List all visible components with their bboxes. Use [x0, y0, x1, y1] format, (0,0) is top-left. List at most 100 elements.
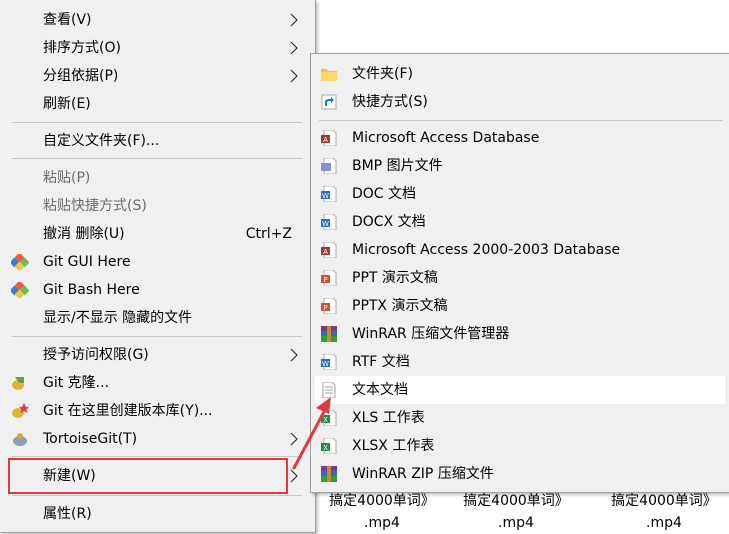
menu-item-label: 刷新(E)	[43, 96, 91, 112]
svg-text:W: W	[322, 220, 329, 228]
chevron-right-icon	[290, 469, 298, 483]
file-name-line2: .mp4	[364, 515, 400, 531]
submenu-item-access-2000[interactable]: A Microsoft Access 2000-2003 Database	[315, 236, 725, 264]
menu-item-label: Git 在这里创建版本库(Y)...	[43, 403, 213, 419]
submenu-item-winrar-zip[interactable]: WinRAR ZIP 压缩文件	[315, 460, 725, 488]
menu-item-label: TortoiseGit(T)	[43, 431, 138, 447]
chevron-right-icon	[290, 13, 298, 27]
word-file-icon: W	[321, 214, 337, 230]
menu-item-label: PPTX 演示文稿	[352, 298, 448, 314]
shortcut-text: Ctrl+Z	[245, 226, 292, 242]
menu-item-sort[interactable]: 排序方式(O)	[6, 34, 308, 62]
menu-item-label: XLS 工作表	[352, 410, 425, 426]
submenu-item-text-document[interactable]: 文本文档	[315, 376, 725, 404]
submenu-item-doc[interactable]: W DOC 文档	[315, 180, 725, 208]
chevron-right-icon	[290, 41, 298, 55]
tortoisegit-icon	[13, 433, 27, 446]
menu-item-label: 文件夹(F)	[352, 66, 413, 82]
menu-item-toggle-hidden[interactable]: 显示/不显示 隐藏的文件	[6, 304, 308, 332]
menu-item-git-bash[interactable]: Git Bash Here	[6, 276, 308, 304]
menu-item-grant-access[interactable]: 授予访问权限(G)	[6, 341, 308, 369]
file-name-line2: .mp4	[498, 515, 534, 531]
menu-item-git-create-repo[interactable]: Git 在这里创建版本库(Y)...	[6, 397, 308, 425]
submenu-item-ppt[interactable]: P PPT 演示文稿	[315, 264, 725, 292]
menu-item-label: Microsoft Access Database	[352, 130, 540, 146]
chevron-right-icon	[290, 432, 298, 446]
svg-text:W: W	[322, 192, 329, 200]
chevron-right-icon	[290, 348, 298, 362]
submenu-item-rtf[interactable]: W RTF 文档	[315, 348, 725, 376]
menu-item-label: 分组依据(P)	[43, 68, 119, 84]
menu-item-group[interactable]: 分组依据(P)	[6, 62, 308, 90]
menu-item-label: 属性(R)	[43, 506, 92, 522]
menu-item-label: DOC 文档	[352, 186, 417, 202]
menu-item-label: 粘贴快捷方式(S)	[43, 198, 147, 214]
menu-separator	[319, 120, 723, 121]
tortoisegit-clone-icon	[12, 377, 24, 390]
menu-item-customize-folder[interactable]: 自定义文件夹(F)...	[6, 127, 308, 155]
menu-item-git-clone[interactable]: Git 克隆...	[6, 369, 308, 397]
submenu-item-xls[interactable]: X XLS 工作表	[315, 404, 725, 432]
menu-item-paste-shortcut[interactable]: 粘贴快捷方式(S)	[6, 192, 308, 220]
menu-item-undo-delete[interactable]: 撤消 删除(U) Ctrl+Z	[6, 220, 308, 248]
access-file-icon: A	[321, 242, 337, 258]
menu-item-properties[interactable]: 属性(R)	[6, 500, 308, 528]
menu-item-paste[interactable]: 粘贴(P)	[6, 164, 308, 192]
svg-text:A: A	[323, 248, 328, 256]
menu-item-label: RTF 文档	[352, 354, 410, 370]
menu-item-label: Microsoft Access 2000-2003 Database	[352, 242, 621, 258]
menu-item-view[interactable]: 查看(V)	[6, 6, 308, 34]
word-file-icon: W	[321, 186, 337, 202]
menu-item-label: 快捷方式(S)	[352, 94, 428, 110]
menu-item-label: 文本文档	[352, 382, 408, 398]
menu-item-label: Git GUI Here	[43, 254, 131, 270]
menu-item-label: 自定义文件夹(F)...	[43, 133, 160, 149]
submenu-item-shortcut[interactable]: 快捷方式(S)	[315, 88, 725, 116]
powerpoint-file-icon: P	[321, 270, 337, 286]
menu-item-tortoisegit[interactable]: TortoiseGit(T)	[6, 425, 308, 453]
access-file-icon: A	[321, 130, 337, 146]
file-label-3[interactable]: 搞定4000单词》 .mp4	[594, 490, 729, 534]
submenu-item-xlsx[interactable]: X XLSX 工作表	[315, 432, 725, 460]
svg-text:X: X	[323, 416, 328, 424]
file-label-2[interactable]: 搞定4000单词》 .mp4	[446, 490, 586, 534]
word-file-icon: W	[321, 354, 337, 370]
menu-item-label: DOCX 文档	[352, 214, 426, 230]
bmp-file-icon	[321, 158, 337, 174]
submenu-item-bmp[interactable]: BMP 图片文件	[315, 152, 725, 180]
powerpoint-file-icon: P	[321, 298, 337, 314]
excel-file-icon: X	[321, 410, 337, 426]
chevron-right-icon	[290, 69, 298, 83]
menu-item-label: XLSX 工作表	[352, 438, 435, 454]
text-file-icon	[322, 382, 336, 398]
submenu-item-winrar[interactable]: WinRAR 压缩文件管理器	[315, 320, 725, 348]
menu-item-label: WinRAR 压缩文件管理器	[352, 326, 510, 342]
svg-text:A: A	[323, 136, 328, 144]
submenu-item-docx[interactable]: W DOCX 文档	[315, 208, 725, 236]
menu-item-refresh[interactable]: 刷新(E)	[6, 90, 308, 118]
git-icon	[11, 282, 29, 298]
menu-item-label: WinRAR ZIP 压缩文件	[352, 466, 494, 482]
svg-text:W: W	[322, 360, 329, 368]
winrar-zip-icon	[321, 466, 337, 482]
file-label-1[interactable]: 搞定4000单词》 .mp4	[312, 490, 452, 534]
submenu-item-pptx[interactable]: P PPTX 演示文稿	[315, 292, 725, 320]
menu-item-label: 授予访问权限(G)	[43, 347, 149, 363]
menu-separator	[12, 495, 302, 496]
shortcut-icon	[321, 94, 337, 110]
submenu-item-access-db[interactable]: A Microsoft Access Database	[315, 124, 725, 152]
highlight-box	[8, 458, 288, 494]
tortoisegit-repo-icon	[12, 403, 29, 418]
menu-separator	[12, 158, 302, 159]
svg-text:P: P	[323, 304, 327, 312]
menu-item-label: 粘贴(P)	[43, 170, 91, 186]
menu-item-git-gui[interactable]: Git GUI Here	[6, 248, 308, 276]
file-name-line1: 搞定4000单词》	[329, 493, 435, 509]
svg-text:X: X	[323, 444, 328, 452]
svg-text:P: P	[323, 276, 327, 284]
git-icon	[11, 254, 29, 270]
submenu-item-folder[interactable]: 文件夹(F)	[315, 60, 725, 88]
context-menu: 查看(V) 排序方式(O) 分组依据(P) 刷新(E) 自定义文件夹(F)...…	[0, 0, 316, 533]
winrar-icon	[321, 326, 337, 342]
menu-separator	[12, 122, 302, 123]
